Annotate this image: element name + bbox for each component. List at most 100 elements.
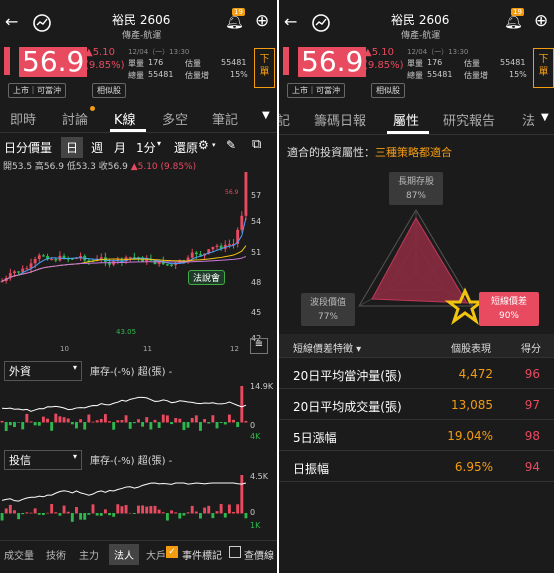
tabs-more-icon[interactable]: ▼ bbox=[262, 111, 270, 121]
price-indicator bbox=[283, 47, 289, 75]
flow-bar bbox=[95, 420, 99, 423]
bottom-tab-technical[interactable]: 技術 bbox=[46, 547, 66, 562]
high-price: 高56.9 bbox=[34, 162, 64, 172]
flow-bar bbox=[4, 508, 8, 514]
flow-bar bbox=[17, 513, 21, 520]
row-name: 日振幅 bbox=[293, 462, 330, 476]
single-vol-label: 單量 bbox=[128, 59, 144, 68]
radar-label-short-term: 短線價差 90% bbox=[479, 292, 539, 326]
collapse-handle-icon[interactable]: ≡ bbox=[250, 338, 268, 354]
related-stocks-button[interactable]: 相似股 bbox=[371, 83, 405, 98]
table-row: 20日平均當沖量(張) 4,472 96 bbox=[279, 359, 554, 389]
tab-notes[interactable]: 筆記 bbox=[212, 109, 238, 128]
order-button[interactable]: 下單 bbox=[254, 48, 275, 88]
related-stocks-button[interactable]: 相似股 bbox=[92, 83, 126, 98]
tab-research[interactable]: 研究報告 bbox=[443, 110, 495, 129]
flow-bar bbox=[240, 386, 244, 423]
add-icon[interactable]: ⊕ bbox=[255, 13, 269, 30]
candle bbox=[153, 260, 157, 265]
tab-attributes[interactable]: 屬性 bbox=[393, 110, 419, 129]
back-arrow-icon[interactable]: ← bbox=[284, 14, 297, 30]
tab-notes-partial[interactable]: 記 bbox=[279, 110, 290, 129]
trust-select[interactable]: 投信 ▾ bbox=[4, 450, 82, 470]
bottom-tab-major[interactable]: 主力 bbox=[79, 547, 99, 562]
ohlc-change: ▲5.10 (9.85%) bbox=[130, 162, 197, 172]
analysis-icon[interactable] bbox=[32, 13, 52, 33]
candle bbox=[199, 254, 202, 256]
tab-kline[interactable]: K線 bbox=[114, 109, 136, 128]
tabs-more-icon[interactable]: ▼ bbox=[541, 113, 549, 123]
bell-icon[interactable]: 🔔︎ bbox=[504, 14, 523, 29]
flow-bar bbox=[244, 420, 248, 423]
listed-tag[interactable]: 上市｜可當沖 bbox=[8, 83, 66, 98]
flow-bar bbox=[211, 513, 215, 519]
flow-bar bbox=[79, 513, 83, 520]
flow-bar bbox=[161, 414, 165, 423]
flow-bar bbox=[132, 422, 136, 424]
period-day[interactable]: 日 bbox=[61, 137, 84, 158]
period-month[interactable]: 月 bbox=[114, 139, 126, 156]
new-dot bbox=[90, 106, 95, 111]
tab-discussion[interactable]: 討論 bbox=[62, 109, 88, 128]
event-mark-checkbox[interactable]: ✓ bbox=[166, 546, 178, 558]
minute-dropdown-icon[interactable]: ▾ bbox=[157, 139, 161, 148]
est-vol-label: 估量 bbox=[185, 59, 201, 68]
bottom-tab-institutional[interactable]: 法人 bbox=[109, 544, 139, 565]
col-score: 得分 bbox=[521, 344, 541, 355]
add-icon[interactable]: ⊕ bbox=[534, 13, 548, 30]
event-bubble[interactable]: 法說會 bbox=[188, 270, 226, 285]
foreign-bar-chart[interactable] bbox=[0, 382, 248, 437]
draw-pen-icon[interactable]: ✎ bbox=[226, 139, 236, 151]
flow-bar bbox=[75, 507, 78, 514]
trust-bar-chart[interactable] bbox=[0, 471, 248, 529]
candle bbox=[54, 258, 58, 261]
price-line-checkbox[interactable] bbox=[229, 546, 241, 558]
flow-bar bbox=[8, 504, 12, 514]
tab-chip-daily[interactable]: 籌碼日報 bbox=[314, 110, 366, 129]
attribute-value: 三種策略都適合 bbox=[375, 146, 452, 159]
row-name: 20日平均當沖量(張) bbox=[293, 369, 402, 383]
col-feature[interactable]: 短線價差特徵 ▾ bbox=[293, 340, 361, 355]
tab-legal-partial[interactable]: 法 bbox=[522, 110, 535, 129]
row-score: 96 bbox=[524, 367, 540, 381]
candle bbox=[170, 264, 173, 266]
flow-bar bbox=[21, 513, 25, 515]
order-button[interactable]: 下單 bbox=[533, 48, 554, 88]
flow-bar bbox=[50, 504, 54, 514]
est-vol-value: 55481 bbox=[500, 58, 526, 67]
bell-icon[interactable]: 🔔︎ bbox=[225, 14, 244, 29]
holding-line bbox=[1, 482, 247, 502]
price-tick: 54 bbox=[251, 217, 262, 226]
row-score: 94 bbox=[524, 460, 540, 474]
chart-type-select[interactable]: 日分價量 bbox=[4, 139, 52, 156]
tab-realtime[interactable]: 即時 bbox=[10, 109, 36, 128]
back-arrow-icon[interactable]: ← bbox=[5, 14, 18, 30]
listed-tag[interactable]: 上市｜可當沖 bbox=[287, 83, 345, 98]
analysis-icon[interactable] bbox=[311, 13, 331, 33]
fullscreen-icon[interactable]: ⧉ bbox=[252, 138, 261, 151]
period-minute[interactable]: 1分 bbox=[136, 139, 156, 156]
settings-gear-icon[interactable]: ⚙ bbox=[198, 139, 209, 151]
flow-bar bbox=[240, 475, 244, 514]
restore-price[interactable]: 還原 bbox=[174, 139, 198, 156]
flow-bar bbox=[174, 512, 178, 514]
flow-bar bbox=[58, 416, 62, 423]
candlestick-chart[interactable] bbox=[0, 172, 248, 342]
settings-dropdown-icon[interactable]: ▾ bbox=[212, 142, 216, 149]
flow-bar bbox=[141, 505, 145, 514]
tab-bullbear[interactable]: 多空 bbox=[162, 109, 188, 128]
select-arrow-icon: ▾ bbox=[72, 452, 77, 461]
bottom-tab-big-holder[interactable]: 大戶 bbox=[146, 547, 166, 562]
tab-bar: 即時 討論 K線 多空 筆記 ▼ bbox=[0, 101, 277, 133]
flow-bar bbox=[244, 513, 248, 519]
flow-bar bbox=[8, 422, 12, 426]
foreign-select[interactable]: 外資 ▾ bbox=[4, 361, 82, 381]
candle bbox=[165, 264, 169, 266]
period-week[interactable]: 週 bbox=[91, 139, 103, 156]
flow-bar bbox=[21, 422, 25, 430]
vol-increase-value: 15% bbox=[509, 70, 527, 79]
flow-bar bbox=[54, 413, 58, 423]
price-change-pct: (9.85%) bbox=[85, 60, 125, 71]
bottom-tab-volume[interactable]: 成交量 bbox=[4, 547, 34, 562]
flow-bar bbox=[66, 418, 70, 423]
